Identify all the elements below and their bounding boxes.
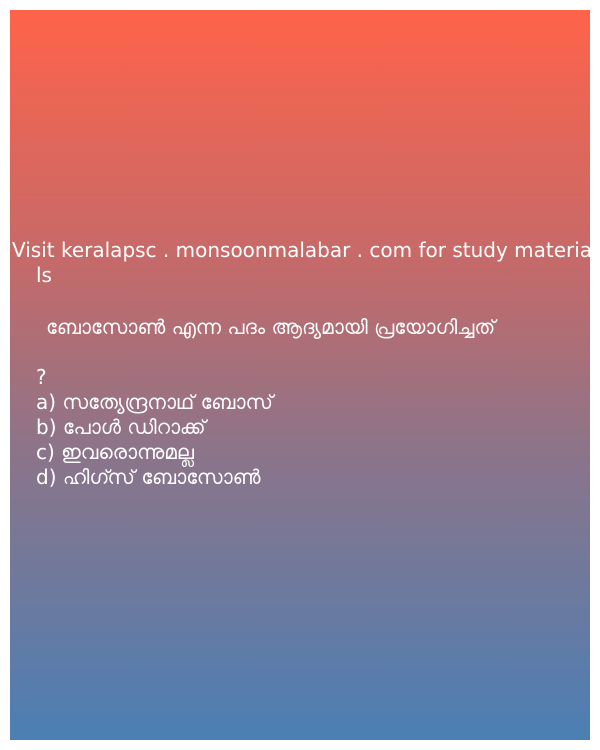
answer-options: a) സത്യേന്ദ്രനാഥ് ബോസ് b) പോൾ ഡിറാക്ക് c… xyxy=(36,390,273,490)
option-c: c) ഇവരൊന്നുമല്ല xyxy=(36,440,194,464)
option-d: d) ഹിഗ്സ് ബോസോൺ xyxy=(36,465,261,489)
quiz-card: Visit keralapsc . monsoonmalabar . com f… xyxy=(10,10,593,740)
option-b: b) പോൾ ഡിറാക്ക് xyxy=(36,415,206,439)
question-mark: ? xyxy=(36,365,47,389)
option-a: a) സത്യേന്ദ്രനാഥ് ബോസ് xyxy=(36,390,273,414)
question-text: ബോസോൺ എന്ന പദം ആദ്യമായി പ്രയോഗിച്ചത് xyxy=(46,315,496,339)
source-text-continuation: ls xyxy=(36,263,52,287)
source-text: Visit keralapsc . monsoonmalabar . com f… xyxy=(12,238,593,262)
